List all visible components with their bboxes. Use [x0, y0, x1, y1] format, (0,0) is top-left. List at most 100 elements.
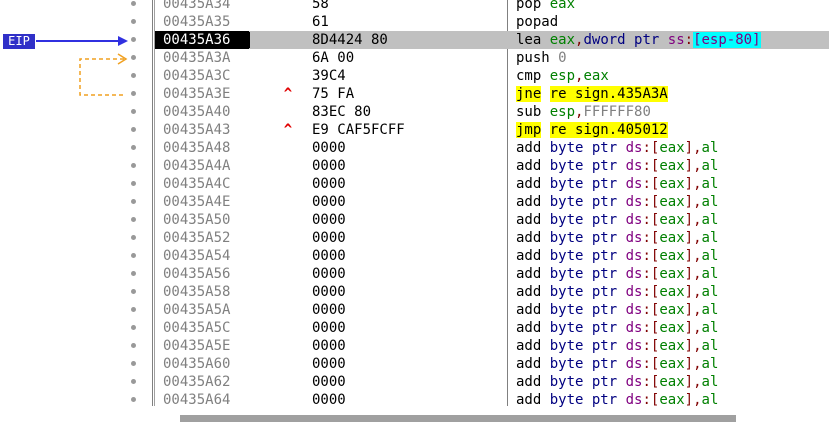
asm-token: ds	[625, 392, 643, 408]
instruction-row[interactable]: 00435A58 0000 add byte ptr ds:[eax],al	[131, 283, 829, 301]
asm-token: add	[516, 338, 542, 354]
asm-token: :	[642, 302, 651, 318]
address-cell: 00435A48	[163, 140, 231, 156]
jump-arrow-icon	[79, 53, 128, 96]
disassembly-cell: add byte ptr ds:[eax],al	[516, 139, 718, 157]
asm-token: ds	[625, 302, 643, 318]
breakpoint-dot-icon[interactable]	[131, 271, 136, 276]
breakpoint-dot-icon[interactable]	[131, 379, 136, 384]
address-cell: 00435A58	[163, 284, 231, 300]
breakpoint-dot-icon[interactable]	[131, 217, 136, 222]
asm-token	[617, 230, 625, 246]
asm-token: :	[642, 212, 651, 228]
disassembly-cell: cmp esp,eax	[516, 67, 609, 85]
asm-token: ]	[684, 230, 694, 246]
breakpoint-dot-icon[interactable]	[131, 127, 136, 132]
instruction-row[interactable]: 00435A54 0000 add byte ptr ds:[eax],al	[131, 247, 829, 265]
instruction-row[interactable]: 00435A52 0000 add byte ptr ds:[eax],al	[131, 229, 829, 247]
breakpoint-dot-icon[interactable]	[131, 91, 136, 96]
asm-token: eax	[659, 356, 685, 372]
asm-token: esp-80	[701, 32, 753, 48]
asm-token: ]	[684, 248, 694, 264]
breakpoint-dot-icon[interactable]	[131, 343, 136, 348]
instruction-row[interactable]: 00435A5C 0000 add byte ptr ds:[eax],al	[131, 319, 829, 337]
asm-token: eax	[659, 302, 685, 318]
asm-token: al	[701, 176, 719, 192]
instruction-row[interactable]: 00435A34 58 pop eax	[131, 0, 829, 13]
instruction-row[interactable]: 00435A3E ^ 75 FA jne re sign.435A3A	[131, 85, 829, 103]
bytes-cell: 0000	[312, 176, 346, 192]
asm-token: ]	[752, 32, 761, 48]
instruction-row[interactable]: 00435A4E 0000 add byte ptr ds:[eax],al	[131, 193, 829, 211]
asm-token	[541, 140, 549, 156]
instruction-row[interactable]: 00435A50 0000 add byte ptr ds:[eax],al	[131, 211, 829, 229]
breakpoint-dot-icon[interactable]	[131, 1, 136, 6]
asm-token: jmp	[516, 122, 542, 138]
breakpoint-dot-icon[interactable]	[131, 145, 136, 150]
breakpoint-dot-icon[interactable]	[131, 361, 136, 366]
breakpoint-dot-icon[interactable]	[131, 235, 136, 240]
asm-token: ,	[693, 374, 702, 390]
breakpoint-dot-icon[interactable]	[131, 307, 136, 312]
disassembly-cell: add byte ptr ds:[eax],al	[516, 337, 718, 355]
address-cell: 00435A4C	[163, 176, 231, 192]
breakpoint-dot-icon[interactable]	[131, 19, 136, 24]
asm-token: add	[516, 194, 542, 210]
asm-token	[541, 248, 549, 264]
asm-token: ss	[667, 32, 685, 48]
instruction-row[interactable]: 00435A56 0000 add byte ptr ds:[eax],al	[131, 265, 829, 283]
breakpoint-dot-icon[interactable]	[131, 55, 136, 60]
asm-token: ds	[625, 356, 643, 372]
breakpoint-dot-icon[interactable]	[131, 289, 136, 294]
asm-token: :	[642, 374, 651, 390]
bytes-cell: 0000	[312, 338, 346, 354]
instruction-row[interactable]: 00435A60 0000 add byte ptr ds:[eax],al	[131, 355, 829, 373]
instruction-row[interactable]: 00435A3A 6A 00 push 0	[131, 49, 829, 67]
breakpoint-dot-icon[interactable]	[131, 73, 136, 78]
instruction-row[interactable]: 00435A43 ^ E9 CAF5FCFF jmp re sign.405012	[131, 121, 829, 139]
bytes-cell: 61	[312, 14, 329, 30]
gutter-separator	[152, 0, 153, 406]
asm-token: ds	[625, 176, 643, 192]
instruction-row[interactable]: 00435A35 61 popad	[131, 13, 829, 31]
instruction-row[interactable]: 00435A3C 39C4 cmp esp,eax	[131, 67, 829, 85]
instruction-row[interactable]: 00435A40 83EC 80 sub esp,FFFFFF80	[131, 103, 829, 121]
disassembly-cell: popad	[516, 13, 558, 31]
horizontal-scrollbar[interactable]	[180, 415, 736, 422]
asm-token: 0	[558, 50, 567, 66]
breakpoint-dot-icon[interactable]	[131, 199, 136, 204]
breakpoint-dot-icon[interactable]	[131, 37, 136, 42]
instruction-row[interactable]: 00435A5A 0000 add byte ptr ds:[eax],al	[131, 301, 829, 319]
instruction-row[interactable]: 00435A62 0000 add byte ptr ds:[eax],al	[131, 373, 829, 391]
asm-token: add	[516, 356, 542, 372]
instruction-row[interactable]: 00435A5E 0000 add byte ptr ds:[eax],al	[131, 337, 829, 355]
instruction-row[interactable]: 00435A4A 0000 add byte ptr ds:[eax],al	[131, 157, 829, 175]
breakpoint-dot-icon[interactable]	[131, 397, 136, 402]
asm-token: ,	[693, 302, 702, 318]
instruction-row[interactable]: 00435A48 0000 add byte ptr ds:[eax],al	[131, 139, 829, 157]
asm-token	[617, 266, 625, 282]
instruction-row[interactable]: 00435A64 0000 add byte ptr ds:[eax],al	[131, 391, 829, 409]
breakpoint-dot-icon[interactable]	[131, 163, 136, 168]
asm-token	[617, 320, 625, 336]
address-cell: 00435A34	[163, 0, 231, 12]
asm-token: ds	[625, 158, 643, 174]
asm-token: pop	[516, 0, 542, 12]
asm-token: esp	[549, 104, 576, 120]
breakpoint-dot-icon[interactable]	[131, 253, 136, 258]
bytes-cell: 0000	[312, 158, 346, 174]
disassembly-listing[interactable]: 00435A34 58 pop eax 00435A35 61 popad 00435A36…	[131, 0, 829, 409]
bytes-cell: 8D4424 80	[312, 32, 388, 48]
asm-token	[617, 140, 625, 156]
asm-token: :	[642, 392, 651, 408]
breakpoint-dot-icon[interactable]	[131, 325, 136, 330]
bytes-cell: 0000	[312, 284, 346, 300]
address-cell: 00435A52	[163, 230, 231, 246]
asm-token: byte ptr	[549, 176, 618, 192]
selected-instruction-row[interactable]: 00435A36 8D4424 80 lea eax,dword ptr ss:[e…	[131, 31, 829, 49]
breakpoint-dot-icon[interactable]	[131, 109, 136, 114]
breakpoint-dot-icon[interactable]	[131, 181, 136, 186]
breakpoint-gutter[interactable]: EIP	[0, 0, 152, 422]
instruction-row[interactable]: 00435A4C 0000 add byte ptr ds:[eax],al	[131, 175, 829, 193]
asm-token	[541, 320, 549, 336]
